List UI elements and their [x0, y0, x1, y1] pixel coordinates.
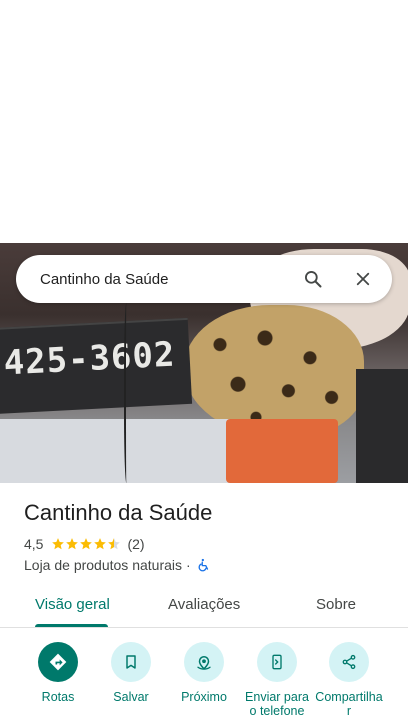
map-blank-area	[0, 0, 408, 243]
save-button[interactable]: Salvar	[91, 642, 171, 704]
category-row: Loja de produtos naturais ·	[24, 556, 211, 574]
rating-row[interactable]: 4,5 (2)	[24, 536, 145, 552]
star-icon	[94, 538, 107, 550]
photo-cable	[124, 303, 130, 483]
send-to-phone-button[interactable]: Enviar para o telefone	[237, 642, 317, 718]
nearby-button[interactable]: Próximo	[164, 642, 244, 704]
save-label: Salvar	[113, 690, 149, 704]
star-icon	[66, 538, 79, 550]
photo-orange-box	[226, 419, 338, 483]
search-icon[interactable]	[302, 268, 324, 290]
photo-desk	[0, 419, 260, 483]
tab-active-indicator	[35, 624, 108, 627]
star-icon	[80, 538, 93, 550]
action-bar: Rotas Salvar Próximo Enviar para o telef…	[0, 640, 408, 726]
send-to-phone-icon	[257, 642, 297, 682]
review-count[interactable]: (2)	[127, 536, 144, 552]
search-input[interactable]: Cantinho da Saúde	[40, 271, 302, 288]
share-label: Compartilhar	[315, 690, 383, 718]
search-bar[interactable]: Cantinho da Saúde	[16, 255, 392, 303]
place-tabs: Visão geral Avaliações Sobre	[0, 588, 408, 628]
place-category: Loja de produtos naturais	[24, 557, 182, 573]
tab-reviews[interactable]: Avaliações	[168, 596, 240, 613]
wheelchair-accessible-icon	[197, 558, 211, 572]
separator-dot: ·	[186, 557, 191, 573]
star-half-icon	[108, 538, 121, 550]
rating-value: 4,5	[24, 536, 44, 552]
directions-icon	[38, 642, 78, 682]
star-icon	[52, 538, 65, 550]
send-to-phone-label: Enviar para o telefone	[245, 690, 309, 718]
share-icon	[329, 642, 369, 682]
place-title: Cantinho da Saúde	[24, 500, 213, 525]
bookmark-icon	[111, 642, 151, 682]
close-icon[interactable]	[352, 268, 374, 290]
nearby-label: Próximo	[181, 690, 227, 704]
share-button[interactable]: Compartilhar	[309, 642, 389, 718]
photo-leopard-bag	[184, 305, 364, 437]
photo-sign-text: 425-3602	[2, 334, 177, 384]
photo-sign: 425-3602	[0, 317, 193, 415]
directions-label: Rotas	[41, 690, 75, 704]
directions-button[interactable]: Rotas	[18, 642, 98, 704]
tab-about[interactable]: Sobre	[316, 596, 356, 613]
photo-dark-object	[356, 369, 408, 483]
star-rating	[51, 537, 121, 551]
tab-overview[interactable]: Visão geral	[35, 596, 110, 613]
nearby-icon	[184, 642, 224, 682]
